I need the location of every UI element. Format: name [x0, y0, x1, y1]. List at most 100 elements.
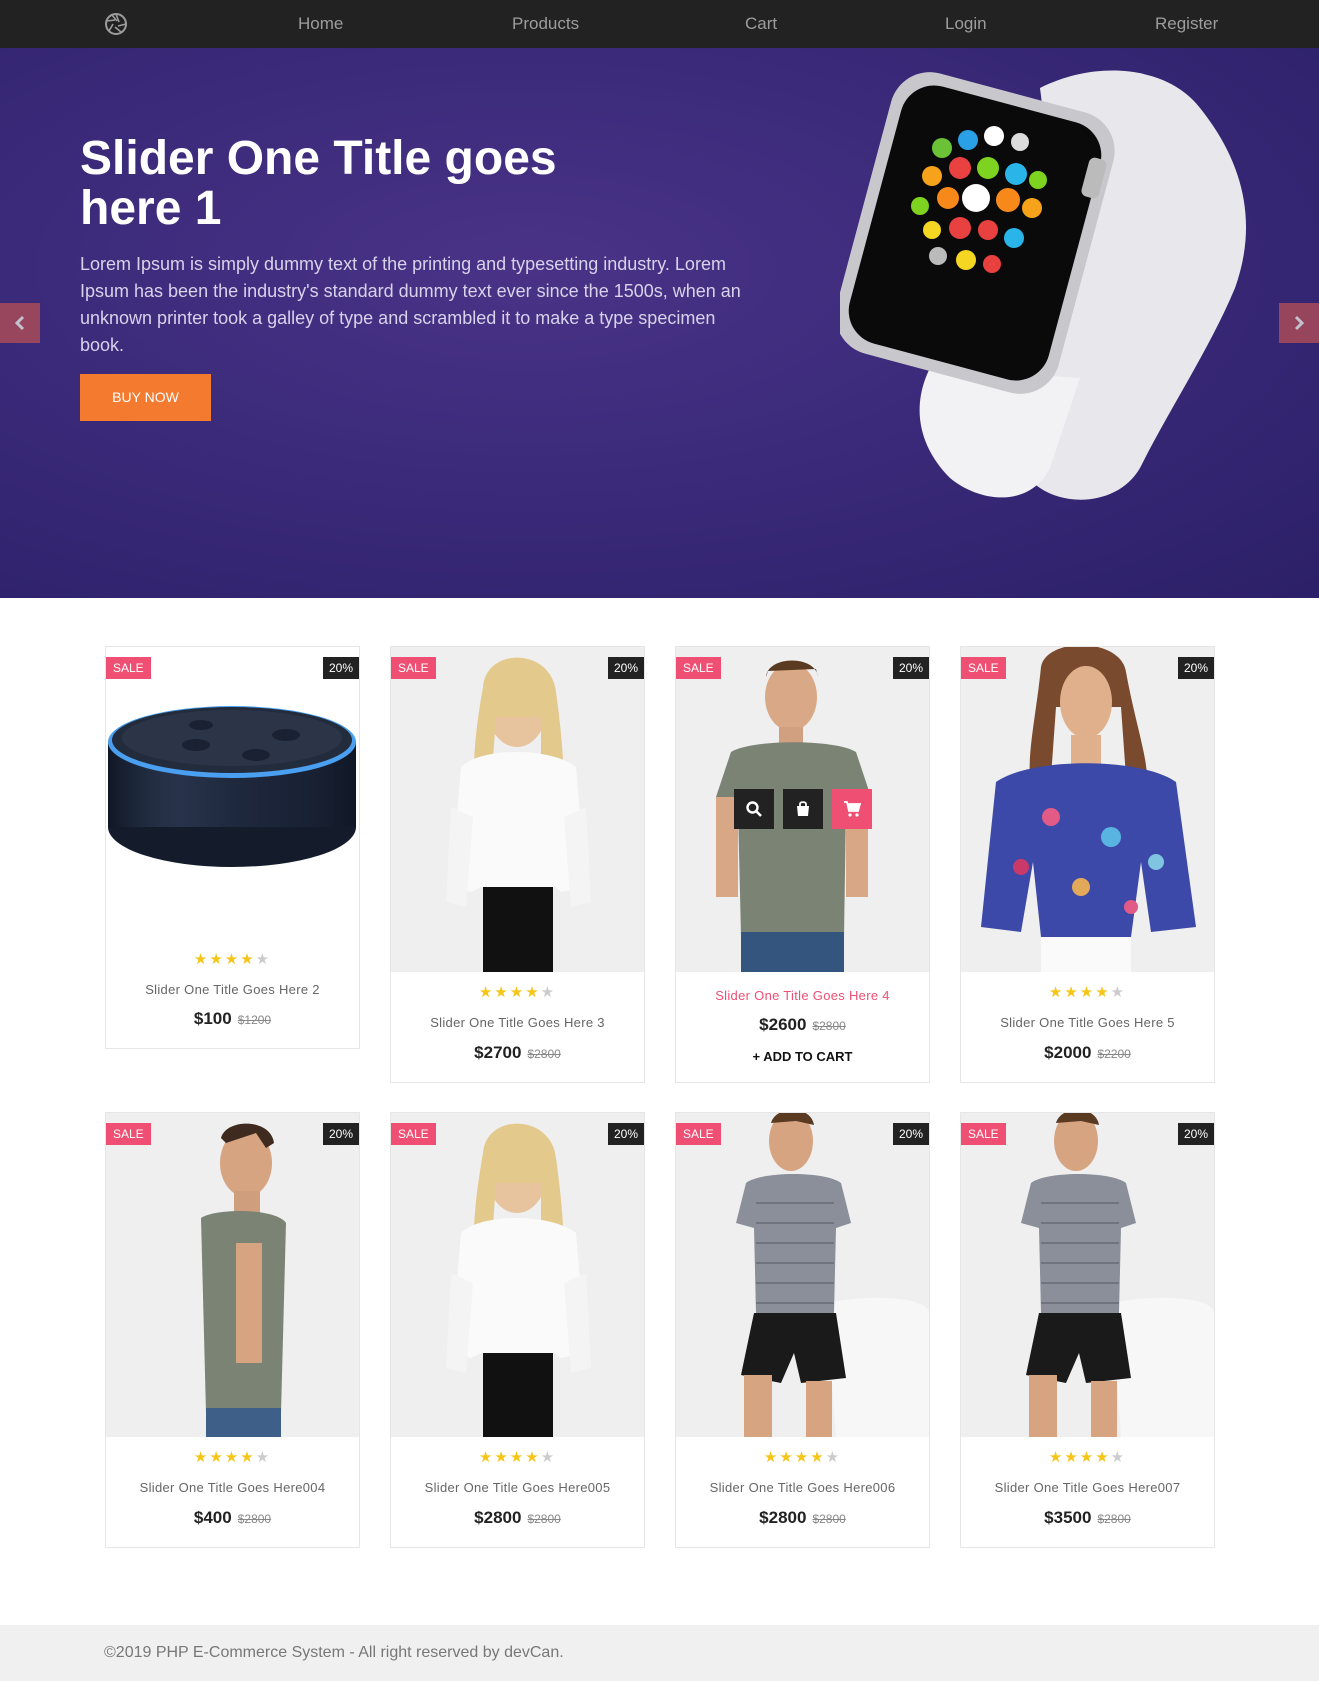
hero-title: Slider One Title goes here 1 — [80, 132, 557, 235]
hero-slider: Slider One Title goes here 1 Lorem Ipsum… — [0, 48, 1319, 598]
discount-badge: 20% — [607, 1123, 644, 1145]
product-title[interactable]: Slider One Title Goes Here007 — [961, 1480, 1214, 1495]
price: $2700 — [474, 1043, 522, 1062]
product-title[interactable]: Slider One Title Goes Here004 — [106, 1480, 359, 1495]
price-row: $2800 $2800 — [391, 1508, 644, 1528]
slider-prev-button[interactable] — [0, 303, 40, 343]
price-row: $2600 $2800 — [676, 1015, 929, 1035]
sale-badge: SALE — [106, 1123, 151, 1145]
buy-now-button[interactable]: BUY NOW — [80, 374, 211, 421]
sale-badge: SALE — [676, 657, 721, 679]
nav-login[interactable]: Login — [945, 14, 987, 34]
product-image[interactable] — [391, 647, 644, 972]
sale-badge: SALE — [676, 1123, 721, 1145]
product-card[interactable]: SALE 20% ★★★★★ Slider One Title Goes Her… — [960, 1112, 1215, 1548]
discount-badge: 20% — [892, 1123, 929, 1145]
old-price: $2800 — [812, 1019, 846, 1033]
discount-badge: 20% — [1177, 1123, 1214, 1145]
search-icon — [746, 801, 762, 817]
old-price: $1200 — [237, 1013, 272, 1027]
shopping-bag-icon — [797, 801, 809, 816]
add-to-cart-link[interactable]: + ADD TO CART — [676, 1049, 929, 1064]
sale-badge: SALE — [961, 657, 1006, 679]
chevron-left-icon — [14, 315, 25, 331]
price: $2800 — [474, 1508, 522, 1527]
product-title[interactable]: Slider One Title Goes Here 3 — [391, 1015, 644, 1030]
sale-badge: SALE — [391, 1123, 436, 1145]
rating-stars: ★★★★★ — [1048, 1449, 1127, 1466]
discount-badge: 20% — [892, 657, 929, 679]
price-row: $100 $1200 — [106, 1009, 359, 1029]
nav-products[interactable]: Products — [512, 14, 579, 34]
woman-white-blouse-image — [391, 1113, 644, 1437]
man-side-tshirt-image — [106, 1113, 359, 1437]
product-image[interactable] — [676, 1113, 929, 1437]
old-price: $2800 — [812, 1512, 846, 1526]
old-price: $2800 — [527, 1047, 561, 1061]
product-card[interactable]: SALE 20% ★★★★★ Slider One Title Goes Her… — [390, 1112, 645, 1548]
price-row: $2800 $2800 — [676, 1508, 929, 1528]
sale-badge: SALE — [106, 657, 151, 679]
old-price: $2800 — [1097, 1512, 1131, 1526]
product-image[interactable] — [106, 647, 359, 927]
sale-badge: SALE — [961, 1123, 1006, 1145]
nav-register[interactable]: Register — [1155, 14, 1218, 34]
product-actions — [734, 789, 872, 829]
product-title[interactable]: Slider One Title Goes Here 2 — [106, 982, 359, 997]
chevron-right-icon — [1294, 315, 1305, 331]
rating-stars: ★★★★★ — [478, 1449, 557, 1466]
add-to-cart-icon-button[interactable] — [832, 789, 872, 829]
cart-icon — [844, 801, 861, 817]
wishlist-button[interactable] — [783, 789, 823, 829]
nav-home[interactable]: Home — [298, 14, 343, 34]
rating-stars: ★★★★★ — [478, 984, 557, 1001]
price: $2800 — [759, 1508, 807, 1527]
man-striped-tshirt-image — [961, 1113, 1214, 1437]
product-card[interactable]: SALE 20% ★★★★★ Slider One Title Goes Her… — [960, 646, 1215, 1083]
product-title[interactable]: Slider One Title Goes Here 5 — [961, 1015, 1214, 1030]
man-striped-tshirt-image — [676, 1113, 929, 1437]
old-price: $2800 — [237, 1512, 272, 1526]
price-row: $400 $2800 — [106, 1508, 359, 1528]
hero-text: Lorem Ipsum is simply dummy text of the … — [80, 254, 741, 355]
copyright-text: ©2019 PHP E-Commerce System - All right … — [104, 1644, 564, 1661]
price: $100 — [193, 1009, 232, 1028]
product-card[interactable]: SALE 20% ★★★★★ Slider One Title Goes Her… — [675, 1112, 930, 1548]
footer: ©2019 PHP E-Commerce System - All right … — [0, 1625, 1319, 1681]
discount-badge: 20% — [1177, 657, 1214, 679]
product-title[interactable]: Slider One Title Goes Here006 — [676, 1480, 929, 1495]
product-card[interactable]: SALE 20% Slider One Title Goes Here 4 $2… — [675, 646, 930, 1083]
old-price: $2200 — [1097, 1047, 1131, 1061]
old-price: $2800 — [527, 1512, 561, 1526]
price: $2600 — [759, 1015, 807, 1034]
discount-badge: 20% — [322, 657, 359, 679]
product-card[interactable]: SALE 20% ★★★★★ Slider One Title Goes Her… — [105, 1112, 360, 1548]
price: $3500 — [1044, 1508, 1092, 1527]
woman-floral-top-image — [961, 647, 1214, 972]
sale-badge: SALE — [391, 657, 436, 679]
woman-white-blouse-image — [391, 647, 644, 972]
product-image[interactable] — [391, 1113, 644, 1437]
aperture-icon[interactable] — [104, 12, 128, 36]
price-row: $2000 $2200 — [961, 1043, 1214, 1063]
quick-view-button[interactable] — [734, 789, 774, 829]
smartwatch-image — [840, 70, 1247, 500]
product-card[interactable]: SALE 20% ★★★★★ Slider One Title Goes Her… — [390, 646, 645, 1083]
rating-stars: ★★★★★ — [1048, 984, 1127, 1001]
price-row: $2700 $2800 — [391, 1043, 644, 1063]
nav-cart[interactable]: Cart — [745, 14, 777, 34]
product-image[interactable] — [961, 647, 1214, 972]
product-image[interactable] — [106, 1113, 359, 1437]
slider-next-button[interactable] — [1279, 303, 1319, 343]
price: $400 — [193, 1508, 232, 1527]
price-row: $3500 $2800 — [961, 1508, 1214, 1528]
product-title[interactable]: Slider One Title Goes Here 4 — [676, 988, 929, 1003]
rating-stars: ★★★★★ — [763, 1449, 842, 1466]
product-card[interactable]: SALE 20% ★★★★★ Slider One Title Goes Her… — [105, 646, 360, 1049]
product-title[interactable]: Slider One Title Goes Here005 — [391, 1480, 644, 1495]
rating-stars: ★★★★★ — [193, 951, 272, 968]
discount-badge: 20% — [607, 657, 644, 679]
price: $2000 — [1044, 1043, 1092, 1062]
product-image[interactable] — [676, 647, 929, 972]
product-image[interactable] — [961, 1113, 1214, 1437]
